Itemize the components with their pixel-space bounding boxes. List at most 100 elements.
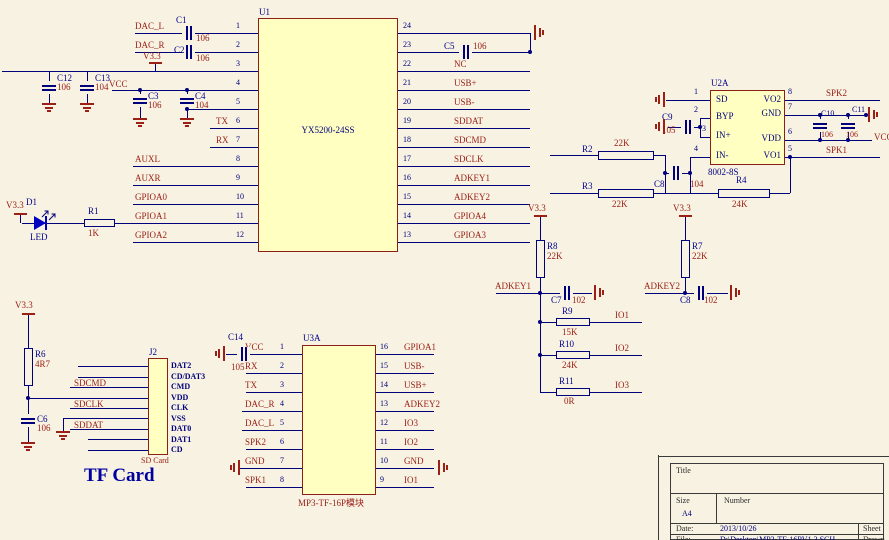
pin-name: IN- [716, 151, 729, 160]
pin-number: 12 [236, 231, 244, 239]
c10-ref: C10 [821, 110, 834, 118]
net-label: GPIOA1 [135, 212, 167, 221]
c14-value: 105 [231, 363, 245, 372]
power-v33: V3.3 [528, 204, 546, 213]
pin-name: VO1 [743, 151, 781, 160]
junction-dot [26, 396, 30, 400]
pin-name: VSS [171, 415, 186, 423]
junction-dot [538, 320, 542, 324]
tb-title-label: Title [676, 467, 691, 475]
pin-number: 9 [380, 476, 384, 484]
ground-icon [56, 431, 70, 442]
net-label: SPK1 [245, 476, 266, 485]
pin-number: 9 [236, 174, 240, 182]
title-block [670, 463, 884, 540]
title-block-line [670, 523, 884, 524]
power-bar [534, 215, 547, 217]
wire [398, 147, 530, 148]
ground-icon [594, 285, 605, 300]
c4-value: 104 [195, 101, 209, 110]
j2-part-name: SD Card [141, 457, 169, 465]
net-label: ADKEY1 [454, 174, 490, 183]
net-label: GPIOA1 [404, 343, 436, 352]
wire [376, 487, 434, 488]
title-block-line [858, 523, 859, 540]
net-io3: IO3 [615, 381, 629, 390]
wire [88, 450, 148, 451]
wire [398, 223, 530, 224]
pin-number: 10 [380, 457, 388, 465]
wire [28, 315, 29, 348]
wire [246, 449, 302, 450]
tb-sheet-label: Sheet [863, 525, 881, 533]
pin-number: 3 [236, 60, 240, 68]
tb-file-value: D:\Desktop\MP3-TF-16PV1.3.SCH [720, 536, 835, 540]
junction-dot [185, 88, 189, 92]
net-io1: IO1 [615, 311, 629, 320]
ground-icon [868, 107, 879, 122]
pin-name: DAT2 [171, 362, 191, 370]
resistor-r3 [598, 189, 654, 198]
pin-number: 24 [403, 22, 411, 30]
pin-number: 2 [694, 106, 698, 114]
pin-name: CD [171, 446, 183, 454]
wire [700, 137, 710, 138]
c5-value: 106 [473, 42, 487, 51]
net-label: DAC_L [245, 419, 274, 428]
resistor-r8 [536, 240, 545, 278]
pin-number: 10 [236, 193, 244, 201]
junction-dot [663, 171, 667, 175]
wire [685, 217, 686, 240]
r8-ref: R8 [547, 242, 558, 251]
c11-ref: C11 [852, 106, 865, 114]
pin-name: CMD [171, 383, 190, 391]
junction-dot [683, 291, 687, 295]
net-label: SDCMD [74, 379, 106, 388]
junction-dot [538, 353, 542, 357]
capacitor-c1 [182, 26, 195, 40]
wire [246, 373, 302, 374]
tf-card-title: TF Card [84, 466, 155, 485]
sheet-frame [658, 456, 889, 457]
junction-dot [698, 125, 702, 129]
pin-number: 1 [280, 343, 284, 351]
net-label: SDDAT [454, 117, 483, 126]
wire [398, 90, 530, 91]
tb-size-value: A4 [682, 510, 692, 518]
wire [376, 430, 434, 431]
wire [63, 418, 148, 419]
net-label: DAC_R [135, 41, 165, 50]
pin-number: 8 [236, 155, 240, 163]
capacitor-c9 [681, 120, 694, 134]
power-bar [679, 215, 692, 217]
c2-ref: C2 [174, 46, 185, 55]
pin-number: 11 [236, 212, 244, 220]
power-bar [22, 313, 35, 315]
pin-name: VO2 [743, 95, 781, 104]
wire [210, 128, 258, 129]
junction-dot [846, 138, 850, 142]
r7-ref: R7 [692, 242, 703, 251]
wire [133, 185, 258, 186]
wire [376, 354, 434, 355]
pin-name: CD/DAT3 [171, 373, 205, 381]
pin-number: 8 [280, 476, 284, 484]
r6-value: 4R7 [35, 360, 50, 369]
pin-number: 23 [403, 41, 411, 49]
wire [210, 147, 258, 148]
wire [540, 278, 541, 392]
tb-file-label: File: [676, 536, 691, 540]
wire [133, 166, 258, 167]
pin-number: 16 [380, 343, 388, 351]
pin-number: 3 [280, 381, 284, 389]
r8-value: 22K [547, 252, 563, 261]
capacitor-c6 [21, 414, 35, 427]
u1-ref: U1 [259, 8, 270, 17]
tb-size-label: Size [676, 497, 690, 505]
ground-icon [534, 25, 545, 40]
resistor-r2 [598, 151, 654, 160]
wire [376, 411, 434, 412]
net-label: DAC_L [135, 22, 164, 31]
wire [20, 215, 21, 223]
power-bar [14, 213, 27, 215]
